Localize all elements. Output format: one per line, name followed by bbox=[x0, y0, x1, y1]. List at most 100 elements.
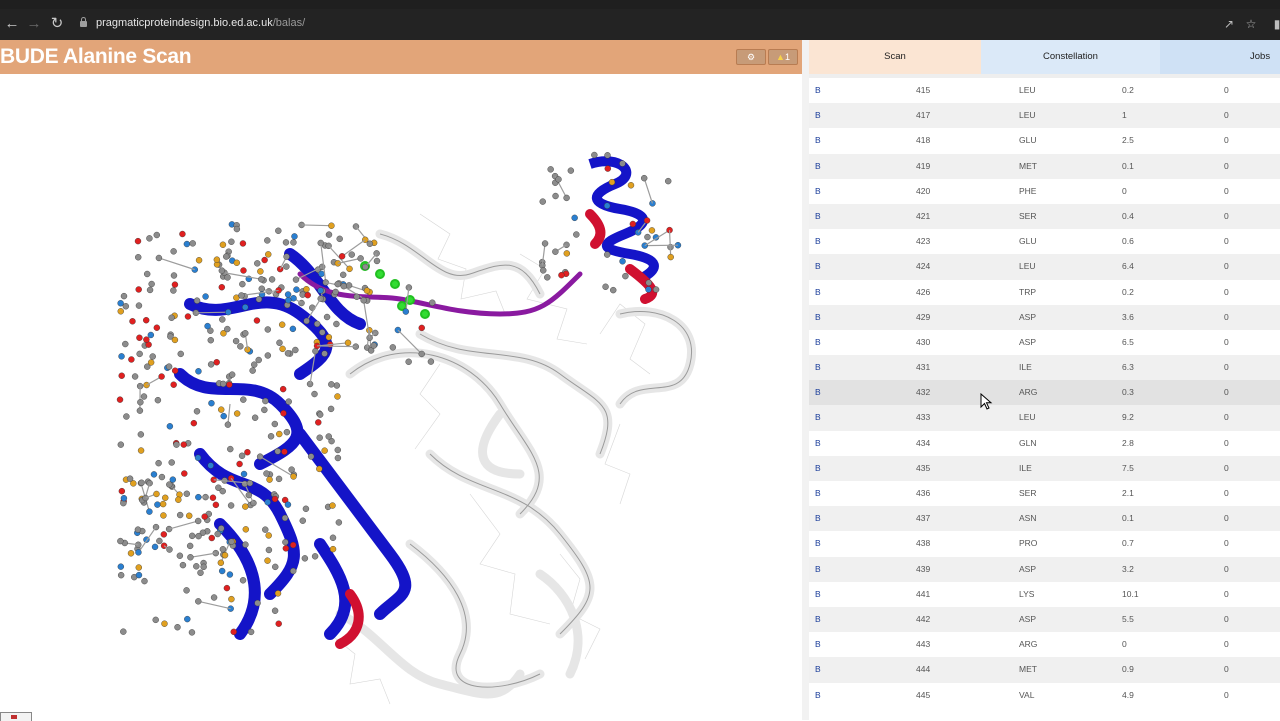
chain-cell: B bbox=[815, 179, 821, 204]
constellation-cell: 0 bbox=[1224, 229, 1229, 254]
ddg-value-cell: 4.9 bbox=[1122, 683, 1134, 708]
residue-name-cell: ASP bbox=[1019, 305, 1036, 330]
constellation-cell: 0 bbox=[1224, 78, 1229, 103]
tab-constellation[interactable]: Constellation bbox=[981, 40, 1160, 74]
table-row[interactable]: B436SER2.10 bbox=[809, 481, 1280, 506]
table-row[interactable]: B418GLU2.50 bbox=[809, 128, 1280, 153]
tab-jobs[interactable]: Jobs bbox=[1160, 40, 1280, 74]
table-row[interactable]: B437ASN0.10 bbox=[809, 506, 1280, 531]
chain-cell: B bbox=[815, 456, 821, 481]
constellation-cell: 0 bbox=[1224, 204, 1229, 229]
star-icon[interactable]: ☆ bbox=[1244, 17, 1258, 31]
ddg-value-cell: 2.8 bbox=[1122, 431, 1134, 456]
app-title: BUDE Alanine Scan bbox=[0, 45, 191, 69]
warning-icon: ▲ bbox=[776, 52, 785, 62]
panel-divider[interactable] bbox=[802, 40, 809, 720]
residue-number-cell: 441 bbox=[916, 582, 930, 607]
reload-icon[interactable]: ↻ bbox=[48, 15, 66, 33]
table-row[interactable]: B419MET0.10 bbox=[809, 154, 1280, 179]
chain-cell: B bbox=[815, 380, 821, 405]
receptor-ribbon bbox=[340, 234, 692, 694]
table-row[interactable]: B424LEU6.40 bbox=[809, 254, 1280, 279]
residue-name-cell: SER bbox=[1019, 481, 1036, 506]
table-row[interactable]: B421SER0.40 bbox=[809, 204, 1280, 229]
settings-button[interactable]: ⚙ bbox=[736, 49, 766, 65]
table-row[interactable]: B441LYS10.10 bbox=[809, 582, 1280, 607]
table-row[interactable]: B444MET0.90 bbox=[809, 657, 1280, 682]
table-row[interactable]: B432ARG0.30 bbox=[809, 380, 1280, 405]
residue-number-cell: 442 bbox=[916, 607, 930, 632]
protein-structure-viewer[interactable] bbox=[0, 74, 802, 720]
ddg-value-cell: 0 bbox=[1122, 179, 1127, 204]
constellation-cell: 0 bbox=[1224, 431, 1229, 456]
warnings-count: 1 bbox=[785, 52, 790, 62]
ddg-value-cell: 0.9 bbox=[1122, 657, 1134, 682]
table-row[interactable]: B415LEU0.20 bbox=[809, 78, 1280, 103]
chain-cell: B bbox=[815, 405, 821, 430]
table-row[interactable]: B438PRO0.70 bbox=[809, 531, 1280, 556]
residue-number-cell: 424 bbox=[916, 254, 930, 279]
constellation-cell: 0 bbox=[1224, 481, 1229, 506]
url-text[interactable]: pragmaticproteindesign.bio.ed.ac.uk/bala… bbox=[96, 17, 305, 29]
chain-cell: B bbox=[815, 431, 821, 456]
constellation-cell: 0 bbox=[1224, 557, 1229, 582]
table-row[interactable]: B434GLN2.80 bbox=[809, 431, 1280, 456]
side-panel-icon[interactable]: ▮ bbox=[1270, 17, 1280, 31]
residue-name-cell: VAL bbox=[1019, 683, 1034, 708]
ddg-value-cell: 3.2 bbox=[1122, 557, 1134, 582]
table-row[interactable]: B429ASP3.60 bbox=[809, 305, 1280, 330]
table-row[interactable]: B442ASP5.50 bbox=[809, 607, 1280, 632]
tab-scan[interactable]: Scan bbox=[809, 40, 981, 74]
constellation-cell: 0 bbox=[1224, 254, 1229, 279]
url-path: /balas/ bbox=[273, 17, 305, 29]
chain-cell: B bbox=[815, 657, 821, 682]
table-row[interactable]: B435ILE7.50 bbox=[809, 456, 1280, 481]
back-arrow-icon[interactable]: ← bbox=[3, 15, 21, 33]
ddg-value-cell: 3.6 bbox=[1122, 305, 1134, 330]
residue-name-cell: PHE bbox=[1019, 179, 1036, 204]
residue-name-cell: LEU bbox=[1019, 103, 1036, 128]
table-row[interactable]: B430ASP6.50 bbox=[809, 330, 1280, 355]
table-row[interactable]: B443ARG00 bbox=[809, 632, 1280, 657]
wireframe-lines bbox=[330, 214, 650, 704]
table-row[interactable]: B431ILE6.30 bbox=[809, 355, 1280, 380]
residue-name-cell: GLU bbox=[1019, 128, 1036, 153]
ddg-value-cell: 0.2 bbox=[1122, 78, 1134, 103]
table-row[interactable]: B439ASP3.20 bbox=[809, 557, 1280, 582]
table-row[interactable]: B433LEU9.20 bbox=[809, 405, 1280, 430]
residue-number-cell: 439 bbox=[916, 557, 930, 582]
table-row[interactable]: B445VAL4.90 bbox=[809, 683, 1280, 708]
share-icon[interactable]: ↗ bbox=[1222, 17, 1236, 31]
table-row[interactable]: B420PHE00 bbox=[809, 179, 1280, 204]
table-row[interactable]: B417LEU10 bbox=[809, 103, 1280, 128]
ddg-value-cell: 0.6 bbox=[1122, 229, 1134, 254]
chain-cell: B bbox=[815, 582, 821, 607]
ddg-value-cell: 0.3 bbox=[1122, 380, 1134, 405]
residue-name-cell: ARG bbox=[1019, 632, 1037, 657]
chain-cell: B bbox=[815, 607, 821, 632]
residue-number-cell: 415 bbox=[916, 78, 930, 103]
warnings-button[interactable]: ▲1 bbox=[768, 49, 798, 65]
browser-address-bar: ← → ↻ pragmaticproteindesign.bio.ed.ac.u… bbox=[0, 9, 1280, 40]
constellation-cell: 0 bbox=[1224, 456, 1229, 481]
residue-name-cell: TRP bbox=[1019, 280, 1036, 305]
residue-number-cell: 431 bbox=[916, 355, 930, 380]
table-row[interactable]: B426TRP0.20 bbox=[809, 280, 1280, 305]
residue-number-cell: 443 bbox=[916, 632, 930, 657]
forward-arrow-icon[interactable]: → bbox=[25, 15, 43, 33]
chain-cell: B bbox=[815, 305, 821, 330]
residue-name-cell: ASN bbox=[1019, 506, 1036, 531]
ddg-value-cell: 7.5 bbox=[1122, 456, 1134, 481]
chain-cell: B bbox=[815, 531, 821, 556]
table-row[interactable]: B423GLU0.60 bbox=[809, 229, 1280, 254]
ddg-value-cell: 6.4 bbox=[1122, 254, 1134, 279]
residue-name-cell: SER bbox=[1019, 204, 1036, 229]
browser-tab-strip bbox=[0, 0, 1280, 9]
constellation-cell: 0 bbox=[1224, 683, 1229, 708]
residue-name-cell: LEU bbox=[1019, 78, 1036, 103]
viewer-panel: BUDE Alanine Scan ⚙ ▲1 bbox=[0, 40, 802, 720]
ddg-value-cell: 6.3 bbox=[1122, 355, 1134, 380]
constellation-cell: 0 bbox=[1224, 607, 1229, 632]
chain-cell: B bbox=[815, 154, 821, 179]
chain-cell: B bbox=[815, 204, 821, 229]
